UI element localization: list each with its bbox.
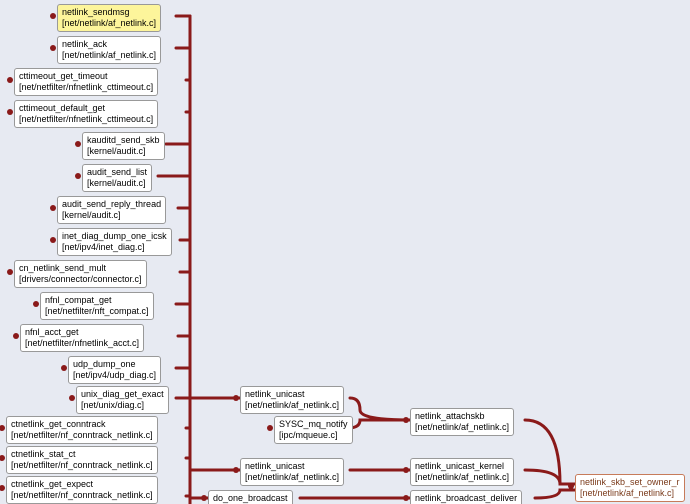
bullet-icon — [403, 417, 409, 423]
bullet-icon — [50, 237, 56, 243]
node-ctnetlink-stat-ct[interactable]: ctnetlink_stat_ct [net/netfilter/nf_conn… — [6, 446, 158, 474]
bullet-icon — [13, 333, 19, 339]
bullet-icon — [403, 467, 409, 473]
fn-label: ctnetlink_stat_ct — [11, 449, 153, 460]
path-label: [net/netlink/af_netlink.c] — [580, 488, 680, 499]
bullet-icon — [7, 77, 13, 83]
path-label: [net/netfilter/nfnetlink_acct.c] — [25, 338, 139, 349]
node-netlink-attachskb[interactable]: netlink_attachskb [net/netlink/af_netlin… — [410, 408, 514, 436]
node-kauditd-send-skb[interactable]: kauditd_send_skb [kernel/audit.c] — [82, 132, 165, 160]
fn-label: nfnl_acct_get — [25, 327, 139, 338]
node-unix-diag-get-exact[interactable]: unix_diag_get_exact [net/unix/diag.c] — [76, 386, 169, 414]
node-udp-dump-one[interactable]: udp_dump_one [net/ipv4/udp_diag.c] — [68, 356, 161, 384]
fn-label: netlink_sendmsg — [62, 7, 156, 18]
path-label: [net/netfilter/nf_conntrack_netlink.c] — [11, 460, 153, 471]
bullet-icon — [69, 395, 75, 401]
bullet-icon — [267, 425, 273, 431]
fn-label: audit_send_list — [87, 167, 147, 178]
path-label: [kernel/audit.c] — [87, 146, 160, 157]
path-label: [net/netlink/af_netlink.c] — [62, 50, 156, 61]
bullet-icon — [33, 301, 39, 307]
path-label: [net/netlink/af_netlink.c] — [415, 422, 509, 433]
path-label: [kernel/audit.c] — [87, 178, 147, 189]
fn-label: netlink_unicast — [245, 389, 339, 400]
path-label: [net/netfilter/nft_compat.c] — [45, 306, 149, 317]
bullet-icon — [61, 365, 67, 371]
node-netlink-broadcast-deliver[interactable]: netlink_broadcast_deliver — [410, 490, 522, 504]
fn-label: netlink_unicast_kernel — [415, 461, 509, 472]
bullet-icon — [233, 395, 239, 401]
fn-label: nfnl_compat_get — [45, 295, 149, 306]
path-label: [net/netfilter/nfnetlink_cttimeout.c] — [19, 82, 153, 93]
fn-label: SYSC_mq_notify — [279, 419, 348, 430]
node-nfnl-compat-get[interactable]: nfnl_compat_get [net/netfilter/nft_compa… — [40, 292, 154, 320]
node-cttimeout-get-timeout[interactable]: cttimeout_get_timeout [net/netfilter/nfn… — [14, 68, 158, 96]
path-label: [net/netlink/af_netlink.c] — [415, 472, 509, 483]
fn-label: ctnetlink_get_expect — [11, 479, 153, 490]
path-label: [net/ipv4/inet_diag.c] — [62, 242, 167, 253]
fn-label: netlink_skb_set_owner_r — [580, 477, 680, 488]
node-netlink-unicast-2[interactable]: netlink_unicast [net/netlink/af_netlink.… — [240, 458, 344, 486]
path-label: [net/netfilter/nf_conntrack_netlink.c] — [11, 490, 153, 501]
node-do-one-broadcast[interactable]: do_one_broadcast — [208, 490, 293, 504]
fn-label: audit_send_reply_thread — [62, 199, 161, 210]
node-audit-send-list[interactable]: audit_send_list [kernel/audit.c] — [82, 164, 152, 192]
bullet-icon — [50, 205, 56, 211]
fn-label: netlink_unicast — [245, 461, 339, 472]
path-label: [net/unix/diag.c] — [81, 400, 164, 411]
bullet-icon — [568, 483, 574, 489]
fn-label: unix_diag_get_exact — [81, 389, 164, 400]
node-netlink-unicast-kernel[interactable]: netlink_unicast_kernel [net/netlink/af_n… — [410, 458, 514, 486]
fn-label: netlink_broadcast_deliver — [415, 493, 517, 504]
fn-label: kauditd_send_skb — [87, 135, 160, 146]
bullet-icon — [75, 141, 81, 147]
bullet-icon — [50, 45, 56, 51]
node-netlink-ack[interactable]: netlink_ack [net/netlink/af_netlink.c] — [57, 36, 161, 64]
node-netlink-unicast-1[interactable]: netlink_unicast [net/netlink/af_netlink.… — [240, 386, 344, 414]
path-label: [net/netlink/af_netlink.c] — [245, 472, 339, 483]
bullet-icon — [0, 455, 5, 461]
fn-label: cttimeout_default_get — [19, 103, 153, 114]
node-sysc-mq-notify[interactable]: SYSC_mq_notify [ipc/mqueue.c] — [274, 416, 353, 444]
path-label: [kernel/audit.c] — [62, 210, 161, 221]
fn-label: do_one_broadcast — [213, 493, 288, 504]
bullet-icon — [403, 495, 409, 501]
fn-label: ctnetlink_get_conntrack — [11, 419, 153, 430]
node-inet-diag-dump-one-icsk[interactable]: inet_diag_dump_one_icsk [net/ipv4/inet_d… — [57, 228, 172, 256]
path-label: [net/netfilter/nfnetlink_cttimeout.c] — [19, 114, 153, 125]
fn-label: inet_diag_dump_one_icsk — [62, 231, 167, 242]
node-cttimeout-default-get[interactable]: cttimeout_default_get [net/netfilter/nfn… — [14, 100, 158, 128]
path-label: [net/netlink/af_netlink.c] — [62, 18, 156, 29]
node-netlink-skb-set-owner-r[interactable]: netlink_skb_set_owner_r [net/netlink/af_… — [575, 474, 685, 502]
path-label: [net/ipv4/udp_diag.c] — [73, 370, 156, 381]
node-cn-netlink-send-mult[interactable]: cn_netlink_send_mult [drivers/connector/… — [14, 260, 147, 288]
bullet-icon — [7, 269, 13, 275]
fn-label: cn_netlink_send_mult — [19, 263, 142, 274]
call-graph: { "nodes": { "netlink_sendmsg": { "fn": … — [0, 0, 690, 504]
node-nfnl-acct-get[interactable]: nfnl_acct_get [net/netfilter/nfnetlink_a… — [20, 324, 144, 352]
bullet-icon — [0, 425, 5, 431]
node-ctnetlink-get-expect[interactable]: ctnetlink_get_expect [net/netfilter/nf_c… — [6, 476, 158, 504]
bullet-icon — [75, 173, 81, 179]
fn-label: netlink_attachskb — [415, 411, 509, 422]
bullet-icon — [201, 495, 207, 501]
node-ctnetlink-get-conntrack[interactable]: ctnetlink_get_conntrack [net/netfilter/n… — [6, 416, 158, 444]
path-label: [ipc/mqueue.c] — [279, 430, 348, 441]
fn-label: udp_dump_one — [73, 359, 156, 370]
node-netlink-sendmsg[interactable]: netlink_sendmsg [net/netlink/af_netlink.… — [57, 4, 161, 32]
path-label: [net/netfilter/nf_conntrack_netlink.c] — [11, 430, 153, 441]
bullet-icon — [7, 109, 13, 115]
fn-label: cttimeout_get_timeout — [19, 71, 153, 82]
path-label: [drivers/connector/connector.c] — [19, 274, 142, 285]
path-label: [net/netlink/af_netlink.c] — [245, 400, 339, 411]
bullet-icon — [0, 485, 5, 491]
fn-label: netlink_ack — [62, 39, 156, 50]
bullet-icon — [233, 467, 239, 473]
node-audit-send-reply-thread[interactable]: audit_send_reply_thread [kernel/audit.c] — [57, 196, 166, 224]
bullet-icon — [50, 13, 56, 19]
